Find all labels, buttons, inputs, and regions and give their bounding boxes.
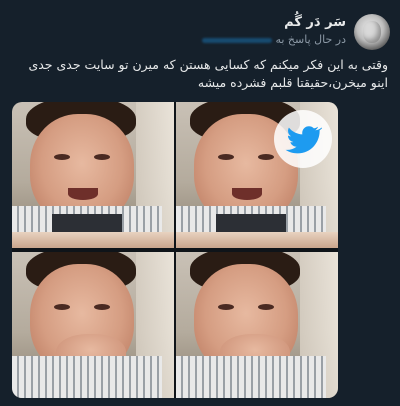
boy-eye-right: [258, 154, 274, 160]
media-panel-2: [176, 102, 338, 248]
twitter-bird-glyph: [285, 126, 322, 154]
avatar-face: [363, 21, 381, 43]
reply-context: در حال پاسخ به: [198, 33, 346, 46]
boy-eye-left: [54, 154, 70, 160]
boy-eye-right: [94, 154, 110, 160]
media-panel-4: [176, 252, 338, 398]
table-edge: [12, 232, 174, 248]
avatar[interactable]: [354, 14, 390, 50]
tweet[interactable]: سَر دَر گُم در حال پاسخ به وقتی به این ف…: [0, 0, 400, 406]
boy-shirt: [12, 356, 162, 398]
author-name[interactable]: سَر دَر گُم: [284, 15, 346, 30]
tweet-media[interactable]: [12, 102, 338, 398]
twitter-bird-icon: [274, 110, 332, 168]
media-panel-1: [12, 102, 174, 248]
boy-eye-left: [218, 304, 234, 310]
boy-shirt: [176, 356, 326, 398]
boy-mouth: [68, 188, 98, 200]
table-edge: [176, 232, 338, 248]
boy-eye-right: [94, 304, 110, 310]
tweet-text: وقتی به این فکر میکنم که کسایی هستن که م…: [28, 57, 388, 90]
media-panel-3: [12, 252, 174, 398]
boy-mouth: [232, 188, 262, 200]
boy-eye-right: [258, 304, 274, 310]
boy-eye-left: [218, 154, 234, 160]
reply-handle-blurred[interactable]: [201, 37, 272, 43]
reply-prefix: در حال پاسخ به: [275, 33, 346, 46]
boy-eye-left: [54, 304, 70, 310]
